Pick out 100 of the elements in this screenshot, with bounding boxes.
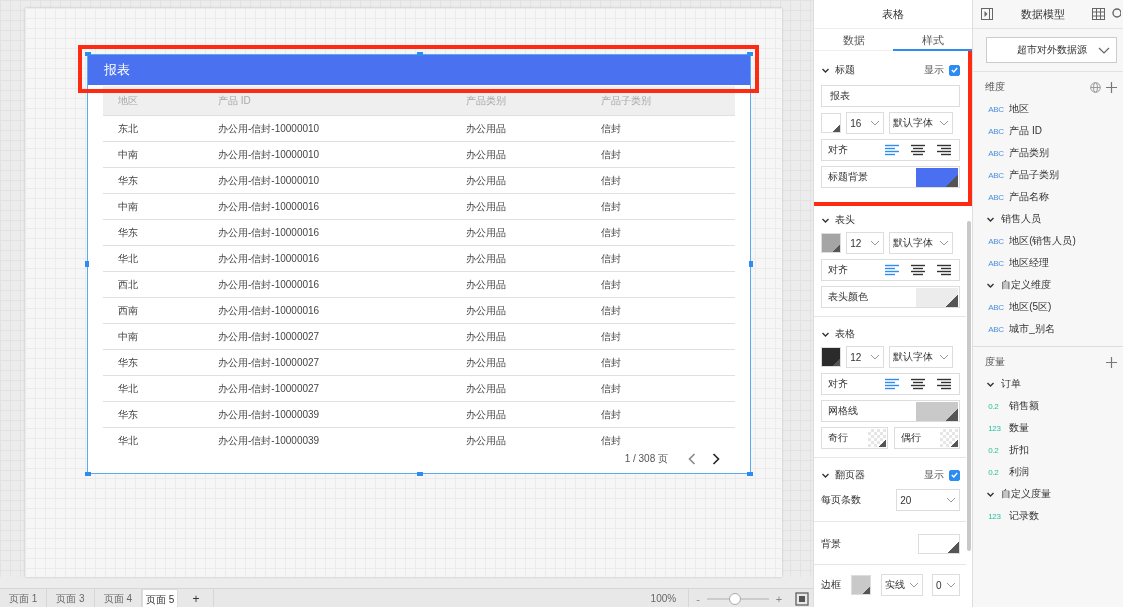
field-item[interactable]: ABC 产品类别	[973, 142, 1123, 164]
align-left-icon[interactable]	[882, 144, 899, 156]
table-cell-text: 信封	[600, 433, 622, 446]
setting-label: 表头颜色	[828, 290, 869, 304]
collapse-panel-icon[interactable]	[981, 8, 994, 20]
scrollbar[interactable]	[967, 221, 972, 551]
table-cell-text: 办公用-信封-10000039	[217, 433, 321, 446]
table-widget[interactable]	[87, 54, 751, 474]
color-swatch[interactable]	[916, 167, 959, 187]
previous-icon[interactable]	[688, 453, 696, 465]
field-item[interactable]: 0.2 利润	[973, 461, 1123, 483]
color-swatch[interactable]	[916, 401, 959, 421]
page-tab[interactable]: 页面 3	[47, 589, 95, 607]
align-center-icon[interactable]	[908, 378, 925, 390]
color-swatch[interactable]	[821, 113, 842, 133]
dropdown-icon[interactable]	[939, 354, 950, 360]
align-left-icon[interactable]	[882, 264, 899, 276]
slider-thumb[interactable]	[728, 592, 741, 605]
group-label[interactable]: 自定义维度	[1001, 278, 1052, 292]
field-item[interactable]: 123 数量	[973, 417, 1123, 439]
add-page-button[interactable]: +	[178, 589, 215, 607]
select-field[interactable]: 实线	[880, 574, 923, 596]
color-swatch[interactable]	[821, 233, 842, 253]
add-icon[interactable]	[1106, 81, 1117, 93]
setting-label: 边框	[821, 578, 842, 592]
table-cell-text: 办公用-信封-10000027	[217, 329, 321, 344]
align-center-icon[interactable]	[908, 144, 925, 156]
select-field[interactable]: 默认字体	[889, 346, 954, 368]
dropdown-icon[interactable]	[946, 497, 957, 503]
dropdown-icon[interactable]	[870, 354, 881, 360]
table-cell-text: 东北	[117, 121, 139, 136]
section-heading: 翻页器	[835, 468, 866, 482]
group-label[interactable]: 销售人员	[1001, 212, 1042, 226]
group-label[interactable]: 自定义度量	[1001, 487, 1052, 501]
table-cell-text: 信封	[600, 407, 622, 422]
table-icon[interactable]	[1092, 8, 1105, 20]
field-item[interactable]: ABC 产品 ID	[973, 120, 1123, 142]
dropdown-icon[interactable]	[870, 120, 881, 126]
field-item[interactable]: ABC 地区(5区)	[973, 296, 1123, 318]
color-swatch[interactable]	[867, 429, 886, 447]
field-item[interactable]: 123 记录数	[973, 505, 1123, 527]
table-cell-text: 办公用品	[465, 381, 507, 396]
align-right-icon[interactable]	[935, 378, 952, 390]
select-field[interactable]: 默认字体	[889, 112, 954, 134]
page-tab[interactable]: 页面 5	[142, 589, 179, 607]
table-cell-text: 办公用-信封-10000016	[217, 277, 321, 292]
align-right-icon[interactable]	[935, 144, 952, 156]
table-cell-text: 办公用品	[465, 173, 507, 188]
align-center-icon[interactable]	[908, 264, 925, 276]
select-field[interactable]: 12	[846, 232, 885, 254]
select-field[interactable]: 20	[896, 489, 961, 511]
dropdown-icon[interactable]	[939, 120, 950, 126]
dropdown-icon[interactable]	[946, 582, 957, 588]
field-item[interactable]: 0.2 销售额	[973, 395, 1123, 417]
field-item[interactable]: ABC 产品子类别	[973, 164, 1123, 186]
field-item[interactable]: ABC 地区	[973, 98, 1123, 120]
field-item[interactable]: ABC 城市_别名	[973, 318, 1123, 340]
select-field[interactable]: 16	[846, 112, 885, 134]
select-field[interactable]: 默认字体	[889, 232, 954, 254]
report-title: 报表	[88, 55, 750, 85]
dropdown-icon[interactable]	[908, 582, 919, 588]
table-cell-text: 信封	[600, 225, 622, 240]
title-input[interactable]: 报表	[821, 85, 961, 107]
align-label: 对齐	[828, 143, 850, 157]
checkbox[interactable]	[949, 469, 961, 481]
table-cell-text: 办公用-信封-10000016	[217, 199, 321, 214]
select-field[interactable]: 0	[932, 574, 961, 596]
tab[interactable]: 数据	[814, 29, 894, 51]
table-cell-text: 办公用-信封-10000010	[217, 173, 321, 188]
field-item[interactable]: ABC 地区(销售人员)	[973, 230, 1123, 252]
table-cell-text: 办公用-信封-10000016	[217, 303, 321, 318]
color-swatch[interactable]	[916, 287, 959, 307]
color-swatch[interactable]	[821, 347, 842, 367]
field-item[interactable]: ABC 产品名称	[973, 186, 1123, 208]
dropdown-icon[interactable]	[870, 240, 881, 246]
select-field[interactable]: 12	[846, 346, 885, 368]
dropdown-icon[interactable]	[1098, 46, 1110, 54]
field-item[interactable]: ABC 地区经理	[973, 252, 1123, 274]
globe-icon[interactable]	[1090, 81, 1101, 93]
table-cell-text: 办公用-信封-10000016	[217, 251, 321, 266]
add-icon[interactable]	[1106, 356, 1117, 368]
table-cell-text: 华东	[117, 173, 139, 188]
next-icon[interactable]	[712, 453, 720, 465]
field-item[interactable]: 0.2 折扣	[973, 439, 1123, 461]
group-label[interactable]: 订单	[1001, 377, 1022, 391]
color-swatch[interactable]	[940, 429, 959, 447]
fit-screen-icon[interactable]	[795, 591, 810, 606]
table-cell-text: 办公用品	[465, 277, 507, 292]
page-tab[interactable]: 页面 1	[0, 589, 48, 607]
color-swatch[interactable]	[850, 575, 871, 595]
align-left-icon[interactable]	[882, 378, 899, 390]
table-cell-text: 办公用-信封-10000010	[217, 147, 321, 162]
search-icon[interactable]	[1111, 8, 1121, 20]
align-right-icon[interactable]	[935, 264, 952, 276]
color-swatch[interactable]	[918, 534, 961, 554]
zoom-percent: 100%	[650, 589, 690, 607]
align-label: 对齐	[828, 263, 850, 277]
data-source-select[interactable]: 超市对外数据源	[986, 37, 1117, 63]
dropdown-icon[interactable]	[939, 240, 950, 246]
checkbox[interactable]	[949, 64, 961, 76]
